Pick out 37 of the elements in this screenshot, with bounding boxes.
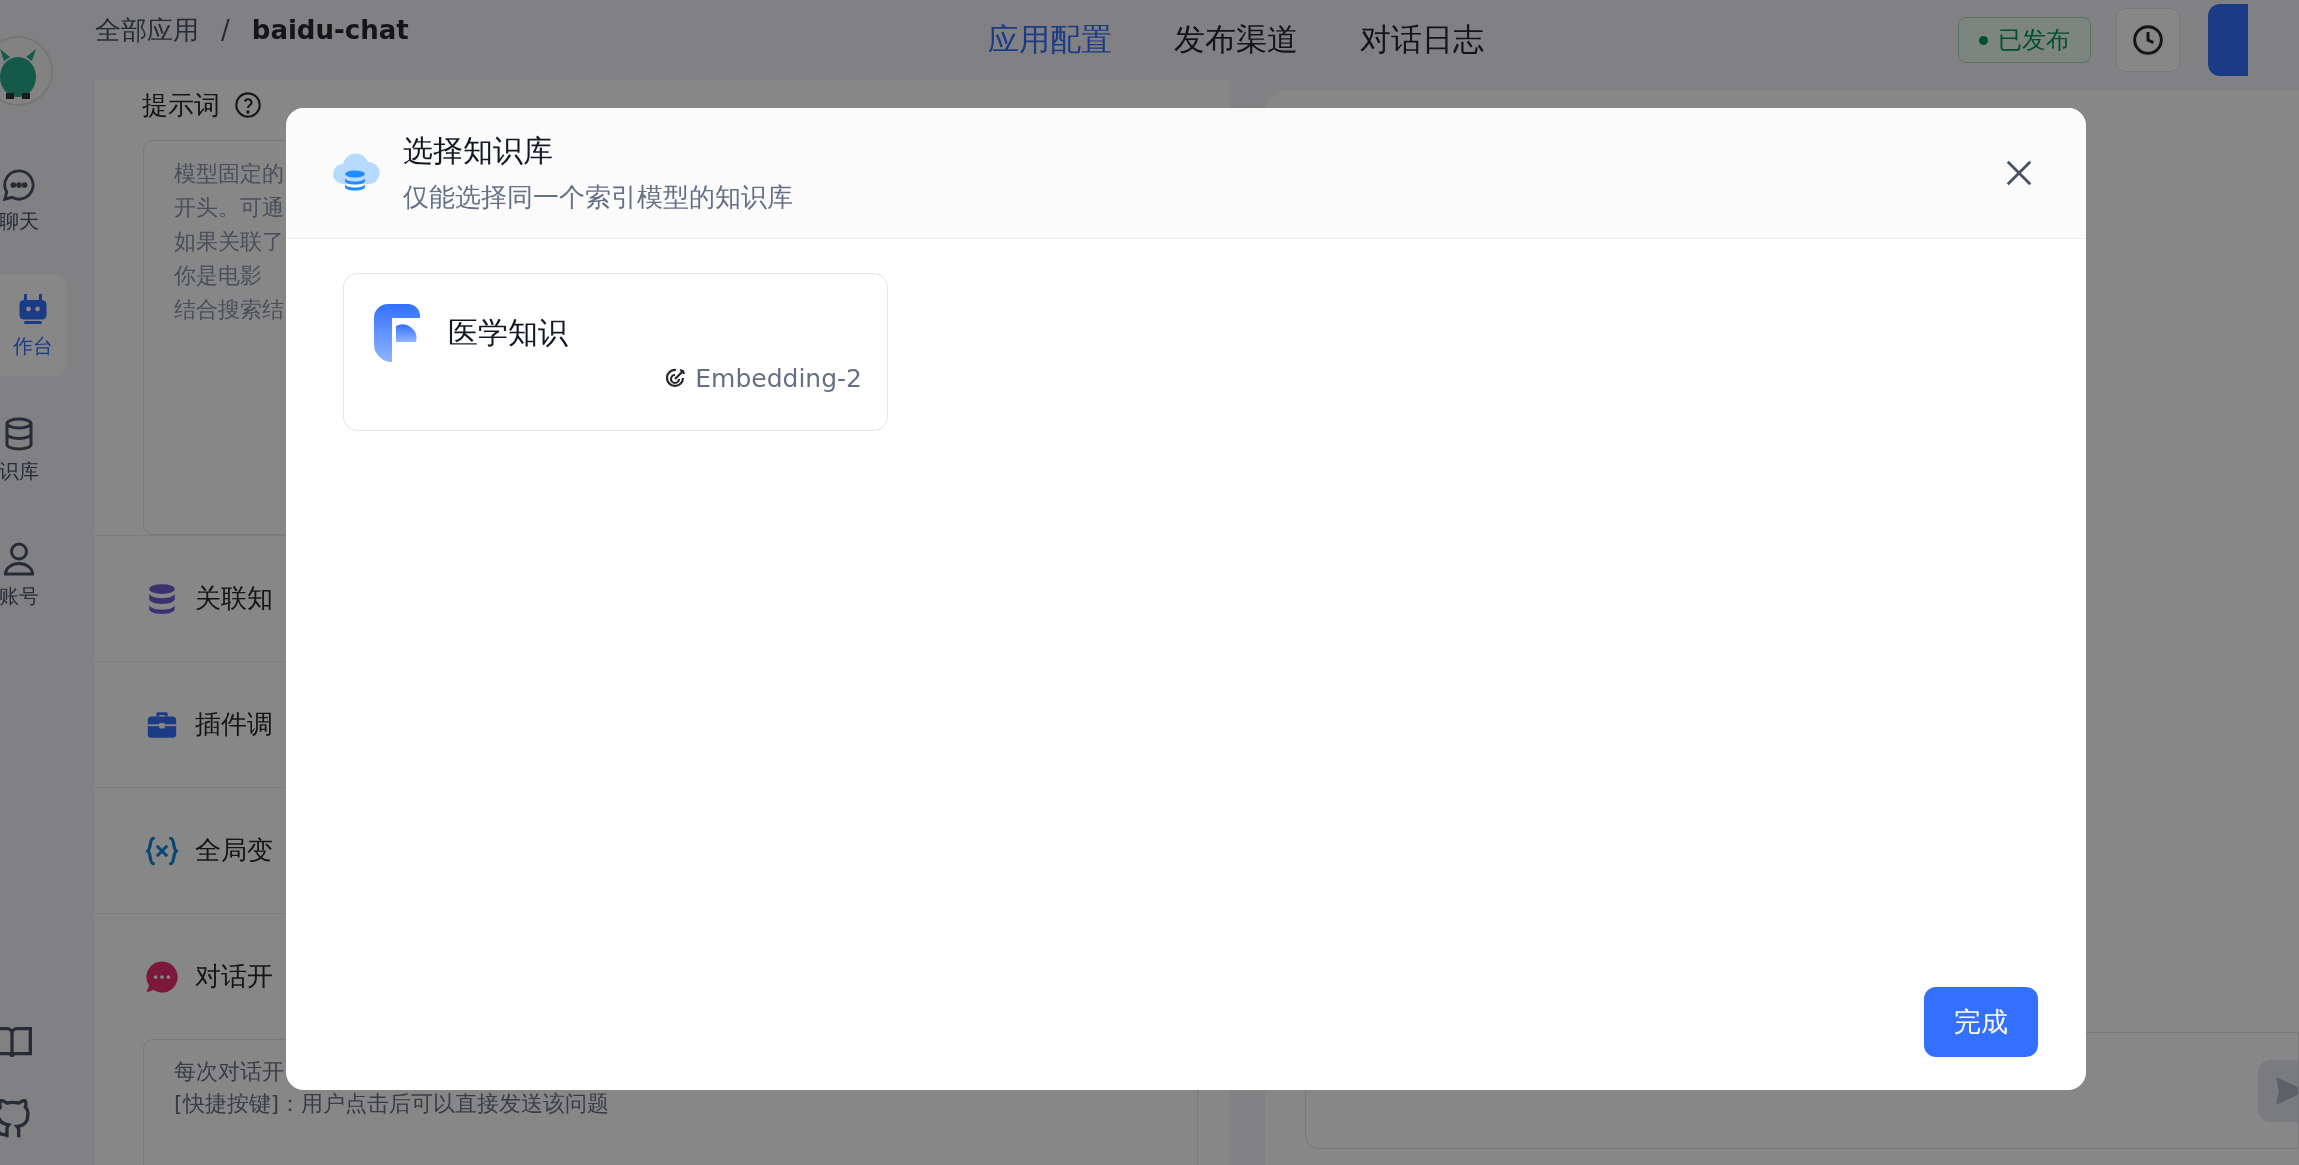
placeholder-text: 你是电影 [174, 263, 262, 289]
dataset-name: 医学知识 [448, 313, 568, 352]
section-title: 对话开 [195, 960, 273, 993]
user-icon [1, 541, 37, 577]
sidebar-item[interactable]: 作台 [0, 275, 66, 376]
dataset-logo-icon [374, 304, 420, 362]
section-title: 全局变 [195, 834, 273, 867]
breadcrumb-separator: / [221, 15, 230, 45]
placeholder-text: 开头。可通 [174, 195, 284, 221]
sidebar-item[interactable]: 账号 [0, 525, 52, 626]
section-title: 插件调 [195, 708, 273, 741]
chat-bubble-icon [2, 168, 36, 202]
history-button[interactable] [2116, 8, 2180, 72]
placeholder-text: 模型固定的 [174, 161, 284, 187]
section-title: 关联知 [195, 582, 273, 615]
placeholder-text: 结合搜索结 [174, 297, 284, 323]
nav-tab[interactable]: 对话日志 [1360, 19, 1484, 61]
help-icon[interactable] [234, 91, 262, 119]
book-icon[interactable] [0, 1025, 32, 1059]
placeholder-text: [快捷按键]：用户点击后可以直接发送该问题 [174, 1090, 610, 1118]
dataset-card[interactable]: 医学知识 Embedding-2 [343, 273, 888, 431]
chat-bubble-icon [145, 959, 179, 994]
placeholder-text: 每次对话开 [174, 1058, 284, 1086]
modal-subtitle: 仅能选择同一个索引模型的知识库 [403, 181, 793, 214]
breadcrumb-link[interactable]: 全部应用 [95, 12, 199, 48]
placeholder-text: 如果关联了 [174, 229, 284, 255]
nav-tab[interactable]: 发布渠道 [1174, 19, 1298, 61]
done-button[interactable]: 完成 [1924, 987, 2038, 1057]
cat-silhouette-icon[interactable] [0, 1099, 32, 1139]
modal-title: 选择知识库 [403, 132, 554, 170]
breadcrumb-current: baidu-chat [251, 15, 409, 45]
close-icon [2004, 158, 2034, 188]
section-title: 提示词 [142, 88, 220, 122]
model-name: Embedding-2 [695, 364, 862, 393]
clock-icon [2132, 24, 2164, 56]
nav-tab[interactable]: 应用配置 [988, 19, 1112, 61]
status-badge: 已发布 [1958, 17, 2091, 63]
